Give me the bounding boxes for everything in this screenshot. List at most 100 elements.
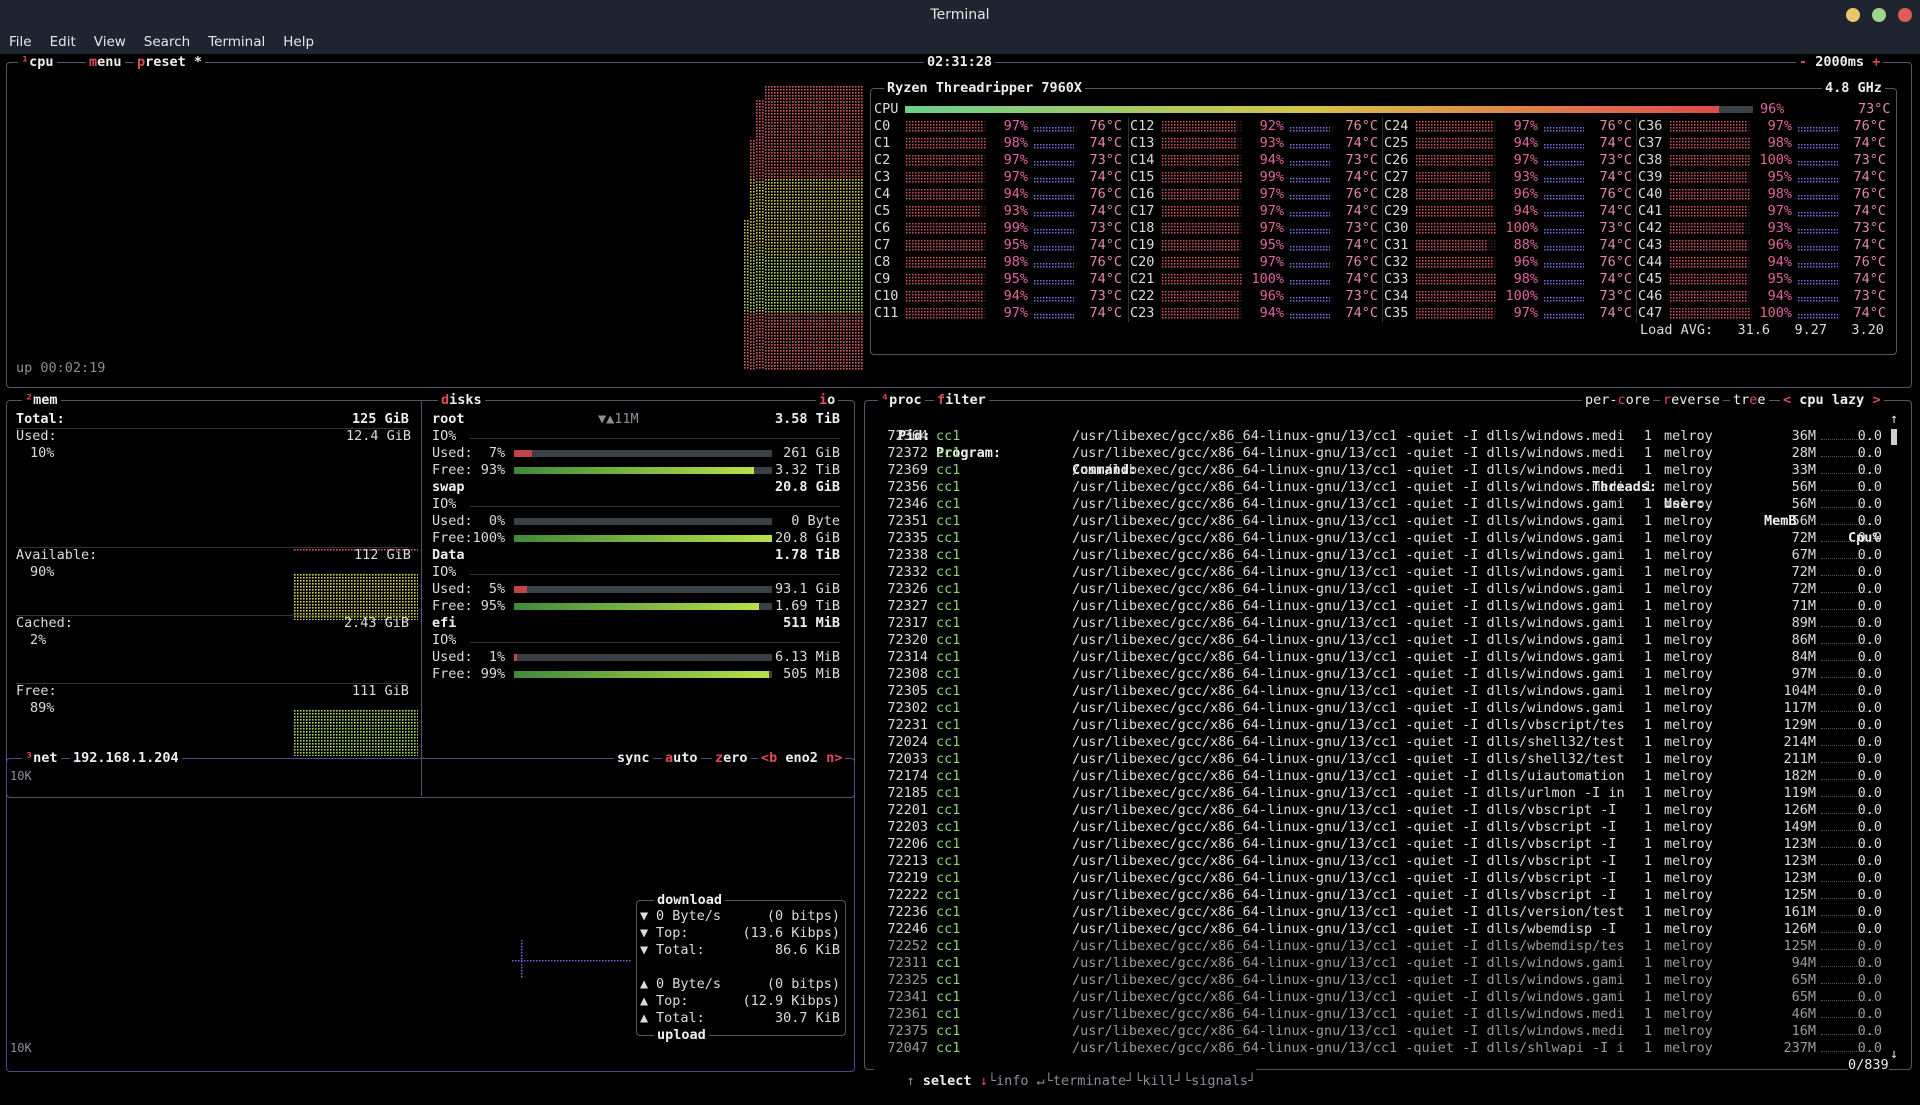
table-row[interactable]: 72206cc1/usr/libexec/gcc/x86_64-linux-gn… (876, 836, 1886, 853)
cpu-tab[interactable]: ¹cpu (18, 55, 57, 69)
table-row[interactable]: 72203cc1/usr/libexec/gcc/x86_64-linux-gn… (876, 819, 1886, 836)
kill-button[interactable]: kill (1142, 1073, 1175, 1089)
table-row[interactable]: 72047cc1/usr/libexec/gcc/x86_64-linux-gn… (876, 1040, 1886, 1057)
proc-program: cc1 (936, 598, 960, 615)
proc-cpu: 0.0 (1846, 751, 1882, 768)
core-temp: 76°C (1330, 186, 1378, 203)
proc-command: /usr/libexec/gcc/x86_64-linux-gnu/13/cc1… (1072, 530, 1625, 547)
proc-user: melroy (1664, 683, 1713, 700)
core-temp-graph (1034, 242, 1074, 252)
net-download-label: download (654, 893, 725, 907)
table-row[interactable]: 72246cc1/usr/libexec/gcc/x86_64-linux-gn… (876, 921, 1886, 938)
proc-sort-selector[interactable]: < cpu lazy > (1780, 393, 1884, 407)
core-temp: 74°C (1838, 135, 1886, 152)
table-row[interactable]: 72351cc1/usr/libexec/gcc/x86_64-linux-gn… (876, 513, 1886, 530)
scrollbar-thumb[interactable] (1891, 429, 1897, 445)
proc-tab[interactable]: ⁴proc (878, 393, 925, 407)
table-row[interactable]: 72201cc1/usr/libexec/gcc/x86_64-linux-gn… (876, 802, 1886, 819)
table-row[interactable]: 72033cc1/usr/libexec/gcc/x86_64-linux-gn… (876, 751, 1886, 768)
menu-terminal[interactable]: Terminal (199, 30, 274, 54)
update-interval[interactable]: - 2000ms + (1796, 55, 1883, 69)
disk-size: 511 MiB (700, 615, 840, 632)
table-row[interactable]: 72369cc1/usr/libexec/gcc/x86_64-linux-gn… (876, 462, 1886, 479)
select-button[interactable]: select (923, 1073, 972, 1089)
table-row[interactable]: 72356cc1/usr/libexec/gcc/x86_64-linux-gn… (876, 479, 1886, 496)
menu-file[interactable]: File (0, 30, 41, 54)
menu-tab[interactable]: menu (86, 55, 125, 69)
table-row[interactable]: 72361cc1/usr/libexec/gcc/x86_64-linux-gn… (876, 1006, 1886, 1023)
proc-per-core-toggle[interactable]: per-core (1582, 393, 1653, 407)
proc-tree-toggle[interactable]: tree (1730, 393, 1769, 407)
core-usage-graph (1416, 206, 1496, 218)
menu-help[interactable]: Help (274, 30, 323, 54)
table-row[interactable]: 72185cc1/usr/libexec/gcc/x86_64-linux-gn… (876, 785, 1886, 802)
proc-program: cc1 (936, 955, 960, 972)
core-temp-graph (1798, 208, 1838, 218)
menu-search[interactable]: Search (135, 30, 199, 54)
table-row[interactable]: 72375cc1/usr/libexec/gcc/x86_64-linux-gn… (876, 1023, 1886, 1040)
table-row[interactable]: 72231cc1/usr/libexec/gcc/x86_64-linux-gn… (876, 717, 1886, 734)
disks-tab[interactable]: disks (438, 393, 485, 407)
disks-io-toggle[interactable]: io (816, 393, 838, 407)
table-row[interactable]: 72213cc1/usr/libexec/gcc/x86_64-linux-gn… (876, 853, 1886, 870)
table-row[interactable]: 72325cc1/usr/libexec/gcc/x86_64-linux-gn… (876, 972, 1886, 989)
table-row[interactable]: 72308cc1/usr/libexec/gcc/x86_64-linux-gn… (876, 666, 1886, 683)
proc-filter[interactable]: filter (934, 393, 989, 407)
proc-threads: 1 (1640, 921, 1652, 938)
table-row[interactable]: 72219cc1/usr/libexec/gcc/x86_64-linux-gn… (876, 870, 1886, 887)
table-row[interactable]: 72332cc1/usr/libexec/gcc/x86_64-linux-gn… (876, 564, 1886, 581)
proc-pid: 72346 (876, 496, 928, 513)
core-usage-graph (1670, 223, 1750, 235)
net-interface-selector[interactable]: <b eno2 n> (758, 751, 845, 765)
proc-reverse-toggle[interactable]: reverse (1660, 393, 1723, 407)
table-row[interactable]: 72346cc1/usr/libexec/gcc/x86_64-linux-gn… (876, 496, 1886, 513)
net-auto-toggle[interactable]: auto (662, 751, 701, 765)
close-button[interactable] (1898, 8, 1912, 22)
preset-tab[interactable]: preset * (134, 55, 205, 69)
menu-view[interactable]: View (85, 30, 135, 54)
minimize-button[interactable] (1846, 8, 1860, 22)
table-row[interactable]: 72327cc1/usr/libexec/gcc/x86_64-linux-gn… (876, 598, 1886, 615)
terminal-area[interactable]: ¹cpu menu preset * 02:31:28 - 2000ms + u… (0, 54, 1920, 1080)
table-row[interactable]: 72222cc1/usr/libexec/gcc/x86_64-linux-gn… (876, 887, 1886, 904)
cpu-total-graph (744, 76, 868, 370)
info-button[interactable]: info (996, 1073, 1029, 1089)
table-row[interactable]: 72364cc1/usr/libexec/gcc/x86_64-linux-gn… (876, 428, 1886, 445)
mem-tab[interactable]: ²mem (22, 393, 61, 407)
maximize-button[interactable] (1872, 8, 1886, 22)
core-name: C24 (1384, 118, 1408, 135)
proc-mem: 123M (1756, 853, 1816, 870)
net-sync-toggle[interactable]: sync (614, 751, 653, 765)
terminate-button[interactable]: terminate (1053, 1073, 1126, 1089)
table-row[interactable]: 72302cc1/usr/libexec/gcc/x86_64-linux-gn… (876, 700, 1886, 717)
table-row[interactable]: 72335cc1/usr/libexec/gcc/x86_64-linux-gn… (876, 530, 1886, 547)
disk-used-label: Used: 7% (432, 445, 505, 462)
table-row[interactable]: 72326cc1/usr/libexec/gcc/x86_64-linux-gn… (876, 581, 1886, 598)
table-row[interactable]: 72174cc1/usr/libexec/gcc/x86_64-linux-gn… (876, 768, 1886, 785)
proc-cpu: 0.0 (1846, 887, 1882, 904)
table-row[interactable]: 72024cc1/usr/libexec/gcc/x86_64-linux-gn… (876, 734, 1886, 751)
scroll-down-icon[interactable]: ↓ (1890, 1046, 1898, 1063)
net-tab[interactable]: ³net (22, 751, 61, 765)
proc-pid: 72236 (876, 904, 928, 921)
net-zero-toggle[interactable]: zero (712, 751, 751, 765)
menu-edit[interactable]: Edit (41, 30, 85, 54)
core-name: C43 (1638, 237, 1662, 254)
proc-threads: 1 (1640, 955, 1652, 972)
signals-button[interactable]: signals (1191, 1073, 1248, 1089)
table-row[interactable]: 72372cc1/usr/libexec/gcc/x86_64-linux-gn… (876, 445, 1886, 462)
disk-used-meter (514, 654, 772, 661)
table-row[interactable]: 72252cc1/usr/libexec/gcc/x86_64-linux-gn… (876, 938, 1886, 955)
table-row[interactable]: 72320cc1/usr/libexec/gcc/x86_64-linux-gn… (876, 632, 1886, 649)
table-row[interactable]: 72341cc1/usr/libexec/gcc/x86_64-linux-gn… (876, 989, 1886, 1006)
table-row[interactable]: 72305cc1/usr/libexec/gcc/x86_64-linux-gn… (876, 683, 1886, 700)
table-row[interactable]: 72314cc1/usr/libexec/gcc/x86_64-linux-gn… (876, 649, 1886, 666)
table-row[interactable]: 72317cc1/usr/libexec/gcc/x86_64-linux-gn… (876, 615, 1886, 632)
window-titlebar: Terminal (0, 0, 1920, 30)
table-row[interactable]: 72311cc1/usr/libexec/gcc/x86_64-linux-gn… (876, 955, 1886, 972)
core-temp: 76°C (1584, 118, 1632, 135)
scroll-up-icon[interactable]: ↑ (1890, 411, 1898, 428)
table-row[interactable]: 72236cc1/usr/libexec/gcc/x86_64-linux-gn… (876, 904, 1886, 921)
table-row[interactable]: 72338cc1/usr/libexec/gcc/x86_64-linux-gn… (876, 547, 1886, 564)
proc-program: cc1 (936, 564, 960, 581)
